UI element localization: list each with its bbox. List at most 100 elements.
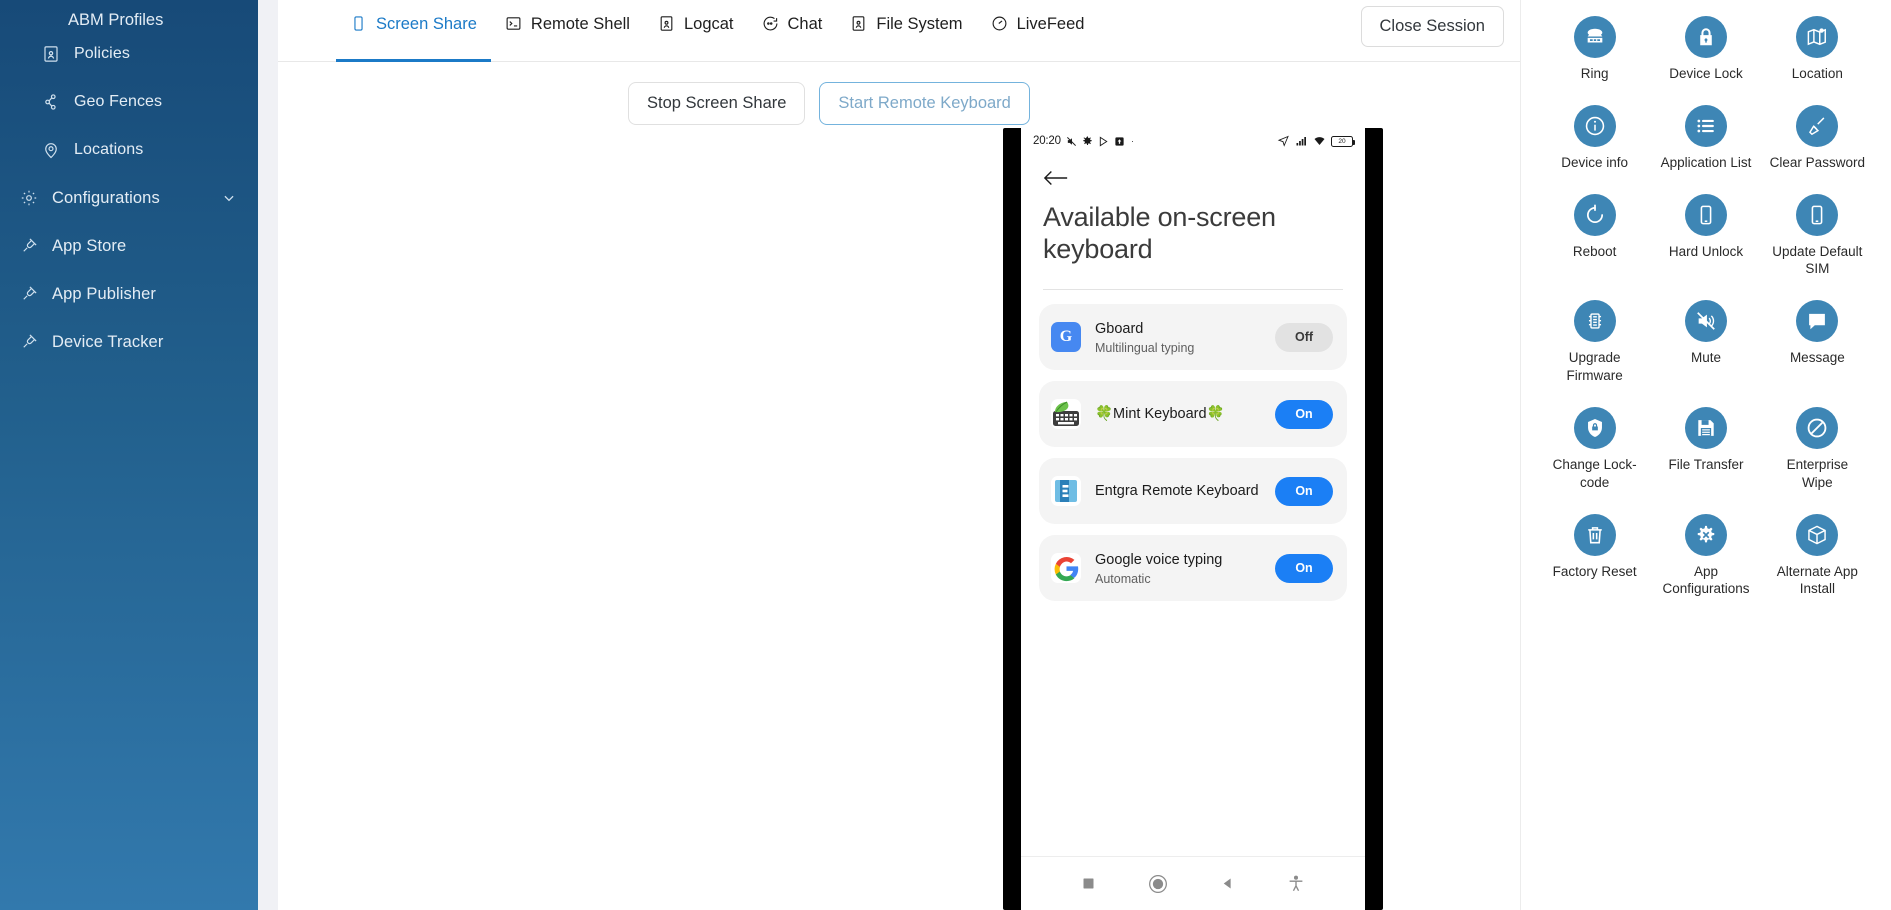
battery-icon: 20: [1331, 135, 1355, 147]
tab-remote-shell[interactable]: Remote Shell: [491, 3, 644, 61]
mute-icon: [1684, 300, 1727, 343]
operation-label: Update Default SIM: [1772, 243, 1863, 277]
sidebar-item-device-tracker[interactable]: Device Tracker: [0, 318, 258, 366]
sidebar-item-app-publisher[interactable]: App Publisher: [0, 270, 258, 318]
broom-icon: [1796, 104, 1839, 147]
recents-square-icon[interactable]: [1081, 876, 1096, 891]
phone-screen[interactable]: 20:20 20 Available on-screen keyboard G …: [1021, 128, 1365, 910]
operation-mute[interactable]: Mute: [1652, 300, 1759, 385]
main-content: Screen Share Remote Shell Logcat Chat Fi…: [278, 0, 1520, 910]
screen-share-actions: Stop Screen Share Start Remote Keyboard: [278, 62, 1520, 125]
mobile-icon: [1796, 193, 1839, 236]
list-item-text: 🍀Mint Keyboard🍀: [1095, 405, 1261, 423]
operation-device-info[interactable]: Device info: [1541, 104, 1648, 172]
tab-file-system[interactable]: File System: [836, 3, 976, 61]
operation-alternate-app-install[interactable]: Alternate App Install: [1764, 513, 1871, 599]
mint-keyboard-icon: [1051, 399, 1081, 430]
close-session-button[interactable]: Close Session: [1360, 6, 1504, 47]
sidebar-item-locations[interactable]: Locations: [0, 126, 258, 174]
sidebar-item-label: App Publisher: [52, 284, 157, 303]
wifi-icon: [1313, 135, 1326, 147]
operation-upgrade-firmware[interactable]: Upgrade Firmware: [1541, 300, 1648, 385]
operation-reboot[interactable]: Reboot: [1541, 193, 1648, 279]
gear-icon: [1082, 135, 1093, 147]
chevron-down-icon[interactable]: [222, 191, 236, 205]
location-pin-icon: [40, 139, 62, 161]
phone-navigation-bar: [1021, 856, 1365, 910]
accessibility-icon[interactable]: [1287, 875, 1305, 893]
ring-phone-icon: [1573, 16, 1616, 58]
list-item[interactable]: 🍀Mint Keyboard🍀 On: [1039, 381, 1347, 448]
sidebar-item-policies[interactable]: Policies: [0, 30, 258, 78]
operation-enterprise-wipe[interactable]: Enterprise Wipe: [1764, 406, 1871, 492]
trash-icon: [1573, 513, 1616, 556]
sidebar-item-label: Configurations: [52, 188, 160, 207]
operation-app-configurations[interactable]: App Configurations: [1652, 513, 1759, 599]
lock-icon: [1684, 16, 1727, 58]
operation-label: Device Lock: [1669, 66, 1743, 81]
list-item[interactable]: Entgra Remote Keyboard On: [1039, 458, 1347, 525]
operation-factory-reset[interactable]: Factory Reset: [1541, 513, 1648, 599]
start-remote-keyboard-button[interactable]: Start Remote Keyboard: [819, 82, 1030, 125]
tab-screen-share[interactable]: Screen Share: [336, 3, 491, 62]
keyboard-toggle[interactable]: On: [1275, 553, 1333, 583]
phone-back-button[interactable]: [1021, 154, 1365, 192]
keyboard-name: Entgra Remote Keyboard: [1095, 483, 1259, 500]
stop-screen-share-button[interactable]: Stop Screen Share: [628, 82, 806, 125]
map-icon: [1796, 16, 1839, 58]
terminal-icon: [505, 15, 523, 33]
tab-logcat[interactable]: Logcat: [644, 3, 748, 61]
keyboard-toggle[interactable]: On: [1275, 399, 1333, 429]
operation-label: Application List: [1660, 154, 1752, 170]
sidebar-item-geo-fences[interactable]: Geo Fences: [0, 78, 258, 126]
keyboard-name: 🍀Mint Keyboard🍀: [1095, 406, 1225, 423]
operation-ring[interactable]: Ring: [1541, 16, 1648, 83]
operation-file-transfer[interactable]: File Transfer: [1652, 406, 1759, 492]
message-icon: [1796, 300, 1839, 343]
mobile-screen-icon: [350, 15, 368, 33]
list-item[interactable]: Google voice typing Automatic On: [1039, 535, 1347, 602]
gear-x-icon: [1684, 513, 1727, 556]
location-arrow-icon: [1277, 135, 1290, 147]
operation-application-list[interactable]: Application List: [1652, 104, 1759, 172]
tab-label: LiveFeed: [1016, 14, 1085, 33]
operation-device-lock[interactable]: Device Lock: [1652, 16, 1759, 83]
sidebar-item-label: Policies: [74, 45, 130, 62]
operation-clear-password[interactable]: Clear Password: [1764, 104, 1871, 172]
sidebar-item-label: Locations: [74, 141, 144, 158]
entgra-icon: [1051, 476, 1081, 507]
app-root: ABM Profiles Policies Geo Fences Locatio…: [0, 0, 1891, 910]
tab-label: Logcat: [683, 14, 734, 33]
tab-chat[interactable]: Chat: [748, 3, 837, 61]
operations-grid: Ring Device Lock Location Device info Ap…: [1541, 8, 1871, 598]
home-circle-icon[interactable]: [1148, 874, 1168, 894]
tab-label: Remote Shell: [530, 14, 630, 33]
file-system-icon: [850, 15, 868, 33]
operation-label: Change Lock-code: [1552, 456, 1637, 490]
sidebar-item-label: App Store: [52, 236, 127, 255]
chip-icon: [1573, 300, 1616, 343]
sidebar-item-abm-profiles[interactable]: ABM Profiles: [0, 0, 258, 30]
sidebar-item-app-store[interactable]: App Store: [0, 222, 258, 270]
list-item[interactable]: G Gboard Multilingual typing Off: [1039, 304, 1347, 371]
operation-message[interactable]: Message: [1764, 300, 1871, 385]
keyboard-toggle[interactable]: On: [1275, 476, 1333, 506]
upload-icon: [1114, 136, 1125, 147]
status-bar-right: 20: [1277, 135, 1355, 147]
back-triangle-icon[interactable]: [1220, 876, 1235, 891]
operation-location[interactable]: Location: [1764, 16, 1871, 83]
operation-change-lock-code[interactable]: Change Lock-code: [1541, 406, 1648, 492]
device-screen-mirror[interactable]: 20:20 20 Available on-screen keyboard G …: [1003, 128, 1383, 910]
operation-hard-unlock[interactable]: Hard Unlock: [1652, 193, 1759, 279]
keyboard-name: Google voice typing: [1095, 551, 1223, 568]
tab-livefeed[interactable]: LiveFeed: [977, 3, 1099, 61]
operation-label: Location: [1791, 66, 1843, 81]
battery-level: 20: [1338, 137, 1346, 145]
operation-update-default-sim[interactable]: Update Default SIM: [1764, 193, 1871, 279]
ban-icon: [1796, 406, 1839, 449]
sidebar-item-configurations[interactable]: Configurations: [0, 174, 258, 222]
list-item-text: Entgra Remote Keyboard: [1095, 482, 1261, 500]
keyboard-toggle[interactable]: Off: [1275, 322, 1333, 352]
floppy-disk-icon: [1684, 406, 1727, 449]
dot-icon: [1130, 136, 1135, 147]
